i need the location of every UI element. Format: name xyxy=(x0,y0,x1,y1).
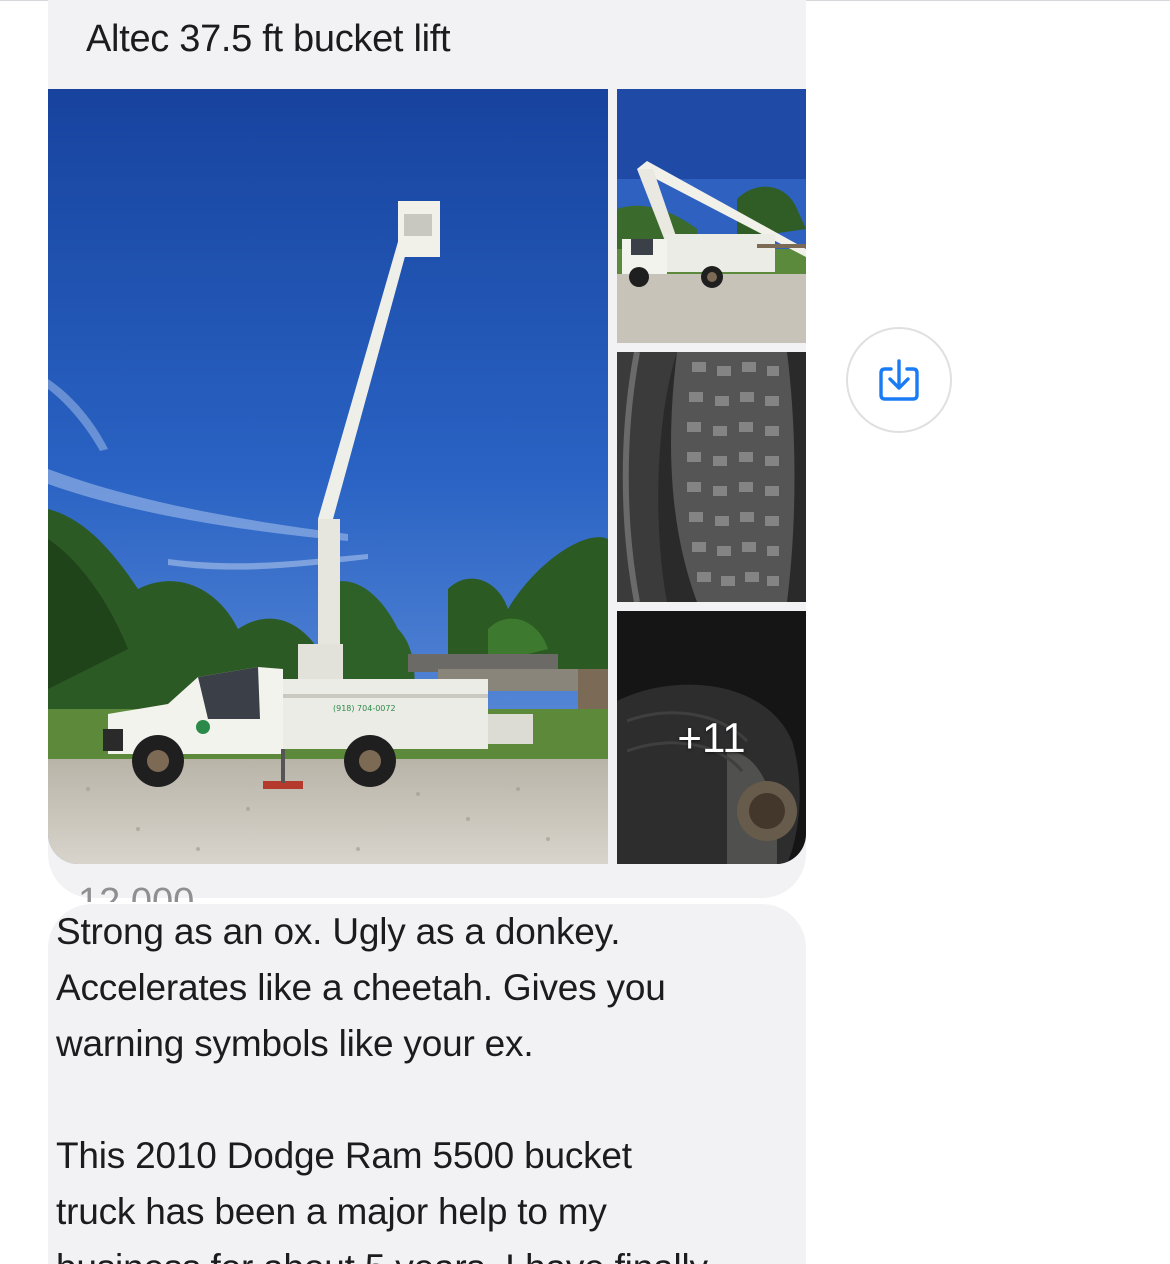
listing-preview-card[interactable]: Altec 37.5 ft bucket lift (918) 704-0072… xyxy=(48,0,806,898)
truck-decal-phone: (918) 704-0072 xyxy=(333,704,396,713)
thumbnail-tire-tread[interactable] xyxy=(617,352,806,602)
thumbnail-more-photos[interactable]: +11 xyxy=(617,611,806,864)
download-tray-icon xyxy=(879,359,919,401)
save-to-device-button[interactable] xyxy=(846,327,952,433)
more-photos-count: +11 xyxy=(677,713,746,761)
truck-side-photo xyxy=(617,89,806,343)
main-photo-bucket-truck[interactable]: (918) 704-0072 xyxy=(48,89,608,864)
listing-description: Strong as an ox. Ugly as a donkey. Accel… xyxy=(56,911,708,1264)
description-bubble: Strong as an ox. Ugly as a donkey. Accel… xyxy=(48,904,806,1264)
thumbnail-truck-side[interactable] xyxy=(617,89,806,343)
bucket-truck-photo: (918) 704-0072 xyxy=(48,89,608,864)
tire-tread-photo xyxy=(617,352,806,602)
listing-title: Altec 37.5 ft bucket lift xyxy=(86,18,451,60)
price-partial: 12,000 xyxy=(78,881,195,902)
